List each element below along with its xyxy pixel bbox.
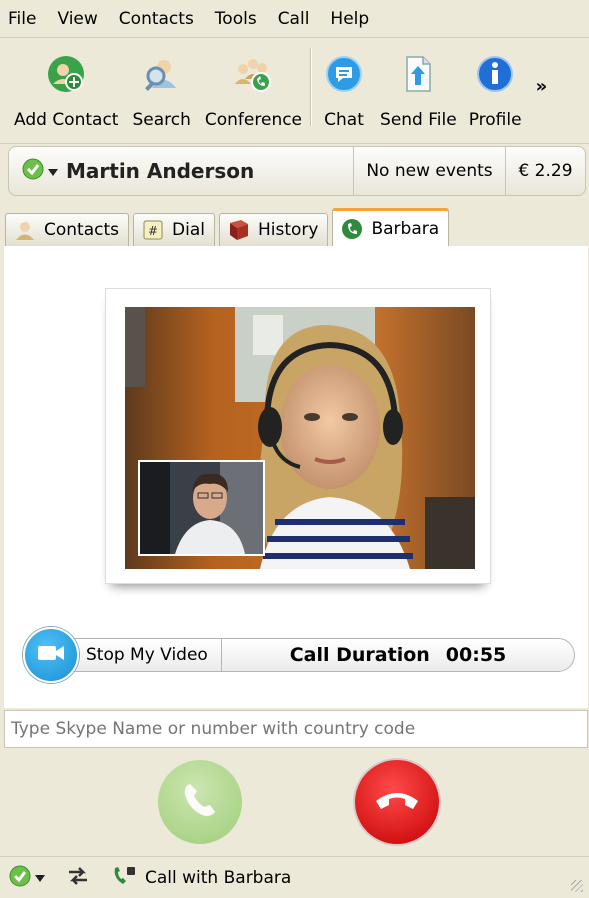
call-duration: Call Duration 00:55: [222, 644, 574, 666]
conference-button[interactable]: Conference: [205, 38, 302, 143]
resize-grip[interactable]: [571, 880, 583, 892]
menu-call[interactable]: Call: [276, 7, 312, 31]
online-status-icon: [21, 157, 45, 185]
video-camera-button[interactable]: [23, 627, 79, 683]
profile-label: Profile: [468, 110, 522, 130]
add-contact-button[interactable]: Add Contact: [14, 38, 118, 143]
call-controls: Stop My Video Call Duration 00:55: [23, 627, 579, 683]
active-call-icon: [340, 217, 364, 241]
user-name: Martin Anderson: [66, 159, 255, 183]
bottom-status-selector[interactable]: [8, 864, 45, 892]
conference-label: Conference: [204, 110, 303, 130]
tab-barbara[interactable]: Barbara: [332, 208, 450, 246]
history-book-icon: [227, 218, 251, 242]
profile-button[interactable]: Profile: [469, 38, 522, 143]
chat-icon: [322, 50, 366, 98]
search-button[interactable]: Search: [132, 38, 191, 143]
local-video-preview: [138, 460, 265, 556]
search-label: Search: [132, 110, 191, 130]
swap-arrows-icon: [67, 866, 89, 890]
call-button[interactable]: [158, 760, 242, 844]
dialpad-icon: #: [141, 218, 165, 242]
menu-bar: File View Contacts Tools Call Help: [0, 0, 589, 38]
online-status-icon: [8, 864, 32, 892]
stop-video-label: Stop My Video: [86, 645, 208, 665]
credit-balance[interactable]: € 2.29: [505, 147, 585, 195]
toolbar-overflow-button[interactable]: »: [536, 76, 548, 97]
menu-view[interactable]: View: [55, 7, 99, 31]
call-control-bar: Stop My Video Call Duration 00:55: [53, 638, 575, 672]
remote-video: [125, 307, 475, 569]
chevron-down-icon: [35, 868, 45, 887]
chevron-down-icon: [48, 162, 58, 181]
tab-dial-label: Dial: [172, 220, 205, 240]
search-icon: [140, 50, 184, 98]
hang-up-button[interactable]: [355, 760, 439, 844]
toolbar: Add Contact Search Conference Chat Send …: [0, 38, 589, 144]
call-panel: Stop My Video Call Duration 00:55: [4, 246, 588, 708]
active-call-indicator[interactable]: Call with Barbara: [111, 864, 291, 892]
tab-contacts[interactable]: Contacts: [5, 213, 129, 246]
stop-video-button[interactable]: Stop My Video: [54, 639, 222, 671]
add-contact-label: Add Contact: [14, 110, 119, 130]
video-frame: [105, 288, 491, 584]
switch-view-button[interactable]: [67, 866, 89, 890]
account-status-bar: Martin Anderson No new events € 2.29: [8, 146, 586, 196]
conference-icon: [231, 50, 275, 98]
events-indicator[interactable]: No new events: [353, 147, 505, 195]
call-duration-value: 00:55: [445, 644, 507, 666]
menu-contacts[interactable]: Contacts: [117, 7, 196, 31]
tab-history[interactable]: History: [218, 213, 329, 246]
send-file-button[interactable]: Send File: [380, 38, 457, 143]
tab-dial[interactable]: # Dial: [133, 213, 215, 246]
send-file-label: Send File: [380, 110, 457, 130]
call-buttons-row: [0, 750, 589, 854]
toolbar-divider: [310, 48, 313, 126]
user-status-selector[interactable]: Martin Anderson: [9, 147, 353, 195]
tab-contacts-label: Contacts: [44, 220, 119, 240]
skype-name-input[interactable]: [5, 711, 587, 747]
hang-up-icon: [373, 785, 421, 819]
menu-tools[interactable]: Tools: [213, 7, 259, 31]
send-file-icon: [396, 50, 440, 98]
chat-label: Chat: [324, 110, 364, 130]
tab-history-label: History: [257, 220, 319, 240]
call-connection-icon: [111, 864, 137, 892]
info-icon: [473, 50, 517, 98]
svg-text:#: #: [148, 224, 158, 238]
add-contact-icon: [44, 50, 88, 98]
call-with-label: Call with Barbara: [145, 867, 292, 888]
tab-barbara-label: Barbara: [371, 218, 440, 239]
phone-icon: [178, 778, 222, 826]
contacts-icon: [13, 218, 37, 242]
chat-button[interactable]: Chat: [322, 38, 366, 143]
tab-strip: Contacts # Dial History Barbara: [0, 206, 589, 246]
skype-name-field[interactable]: [4, 710, 588, 748]
menu-help[interactable]: Help: [328, 7, 371, 31]
menu-file[interactable]: File: [6, 7, 38, 31]
bottom-status-bar: Call with Barbara: [0, 856, 589, 898]
call-duration-label: Call Duration: [289, 644, 430, 666]
video-camera-icon: [37, 643, 65, 667]
